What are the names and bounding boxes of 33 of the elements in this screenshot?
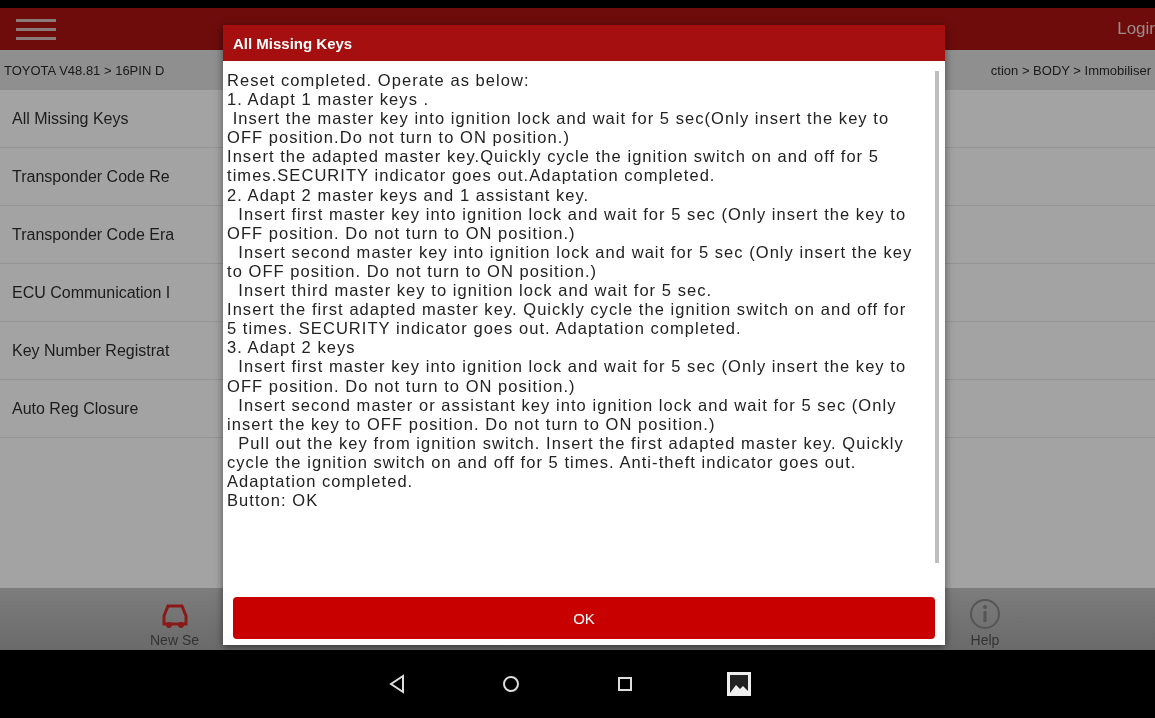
- message-text: Insert second master or assistant key into ignition lock and wait for 5 sec (Only: [237, 395, 898, 415]
- breadcrumb-text: ction > BODY > Immobiliser: [990, 62, 1151, 78]
- dialog-title: All Missing Keys: [223, 25, 945, 61]
- message-text: Pull out the key from ignition switch. Insert the first adapted master key. Quickly: [237, 433, 905, 453]
- message-text: 1. Adapt 1 master keys .: [227, 90, 431, 110]
- message-text: OFF position. Do not turn to ON position.): [227, 223, 577, 243]
- ok-button[interactable]: OK: [233, 597, 935, 639]
- login-link[interactable]: Logir: [1117, 19, 1155, 39]
- message-text: 2. Adapt 2 master keys and 1 assistant key.: [227, 185, 591, 205]
- message-text: insert the key to OFF position. Do not turn to ON position.): [227, 414, 717, 434]
- message-text: Insert first master key into ignition lock and wait for 5 sec (Only insert the key to: [237, 357, 908, 377]
- message-text: Adaptation completed.: [227, 471, 415, 492]
- toolbar-label[interactable]: New Se: [150, 632, 200, 648]
- message-text: Insert the first adapted master key. Quickly cycle the ignition switch on and off for: [227, 300, 908, 320]
- message-text: OFF position. Do not turn to ON position.): [227, 376, 577, 396]
- message-text: cycle the ignition switch on and off for 5 times. Anti-theft indicator goes out.: [227, 452, 858, 472]
- message-text: to OFF position. Do not turn to ON position.): [227, 261, 599, 282]
- message-text: Button: OK: [227, 491, 320, 511]
- message-text: Insert the master key into ignition lock and wait for 5 sec(Only insert the key to: [231, 109, 891, 129]
- message-text: Insert first master key into ignition lock and wait for 5 sec (Only insert the key to: [237, 204, 908, 224]
- message-text: times.SECURITY indicator goes out.Adaptation completed.: [227, 166, 717, 186]
- image-icon[interactable]: [725, 671, 752, 697]
- message-text: 3. Adapt 2 keys: [227, 338, 357, 358]
- breadcrumb-text: TOYOTA V48.81 > 16PIN D: [4, 62, 165, 78]
- message-text: 5 times. SECURITY indicator goes out. Adaptation completed.: [227, 319, 743, 339]
- message-text: Reset completed. Operate as below:: [227, 71, 531, 91]
- scrollbar[interactable]: [935, 71, 939, 563]
- message-text: Insert second master key into ignition lock and wait for 5 sec (Only insert the key: [237, 242, 914, 262]
- menu-icon[interactable]: [16, 17, 56, 41]
- message-text: Insert third master key to ignition lock and wait for 5 sec.: [237, 281, 714, 301]
- toolbar-label[interactable]: Help: [970, 632, 1000, 648]
- message-text: Insert the adapted master key.Quickly cycle the ignition switch on and off for 5: [227, 147, 881, 167]
- message-text: OFF position.Do not turn to ON position.): [227, 128, 571, 148]
